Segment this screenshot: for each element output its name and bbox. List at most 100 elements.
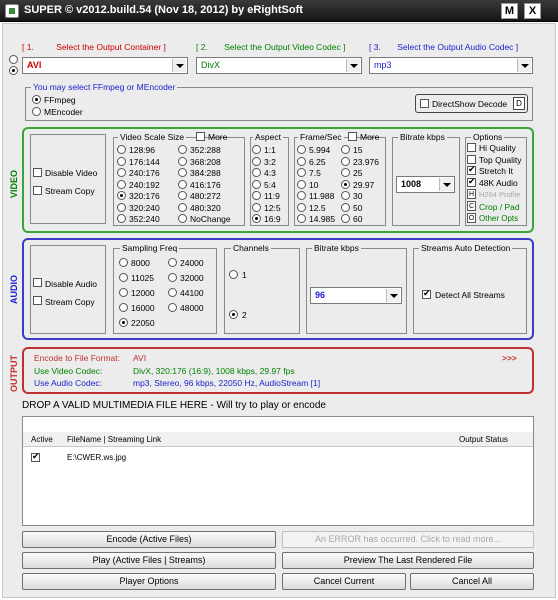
window-title: SUPER © v2012.build.54 (Nov 18, 2012) by… [24, 4, 303, 16]
freq-radio[interactable] [168, 258, 177, 267]
aspect-radio[interactable] [252, 191, 261, 200]
fps-radio[interactable] [297, 156, 306, 166]
freq-radio[interactable] [119, 303, 128, 312]
channel-1-radio[interactable] [229, 270, 238, 279]
directshow-decode-toggle[interactable]: DirectShow Decode D [415, 94, 528, 113]
player-options-button[interactable]: Player Options [22, 573, 276, 590]
fps-radio[interactable] [297, 191, 306, 200]
cancel-current-button[interactable]: Cancel Current [282, 573, 406, 590]
video-stream-copy-checkbox[interactable] [33, 186, 42, 195]
preview-button[interactable]: Preview The Last Rendered File [282, 552, 534, 569]
video-codec-select[interactable]: DivX [196, 57, 362, 74]
video-option-check[interactable] [467, 176, 476, 187]
channel-2-radio[interactable] [229, 310, 238, 319]
table-row[interactable]: E:\CWER.ws.jpg [23, 451, 533, 465]
aspect-radio[interactable] [252, 145, 261, 154]
freq-radio[interactable] [119, 288, 128, 297]
video-option-check[interactable] [467, 164, 476, 175]
aspect-radio[interactable] [252, 214, 261, 223]
video-option-check[interactable] [467, 154, 476, 164]
row-active-checkbox[interactable] [31, 451, 40, 462]
col-filename[interactable]: FileName | Streaming Link [67, 435, 161, 445]
fps-more-checkbox[interactable] [348, 132, 357, 141]
output-more-link[interactable]: >>> [502, 353, 517, 363]
scale-radio[interactable] [178, 145, 187, 154]
error-details-button[interactable]: An ERROR has occurred. Click to read mor… [282, 531, 534, 548]
scale-radio[interactable] [117, 145, 126, 154]
freq-radio[interactable] [168, 288, 177, 297]
freq-radio[interactable] [168, 273, 177, 282]
fps-radio[interactable] [297, 168, 306, 177]
audio-side-label: AUDIO [9, 275, 19, 304]
play-button[interactable]: Play (Active Files | Streams) [22, 552, 276, 569]
scale-radio[interactable] [117, 191, 126, 200]
scale-more-checkbox[interactable] [196, 132, 205, 141]
fps-radio[interactable] [341, 168, 350, 177]
audio-stream-copy-checkbox[interactable] [33, 296, 42, 305]
col-status[interactable]: Output Status [459, 435, 508, 445]
freq-radio[interactable] [168, 303, 177, 312]
directshow-key-badge[interactable]: D [513, 97, 525, 110]
h264-key-badge[interactable]: H [467, 189, 476, 199]
video-option-check[interactable] [467, 143, 476, 152]
scale-radio[interactable] [117, 156, 126, 166]
mencoder-radio[interactable] [32, 107, 41, 116]
output-side-label: OUTPUT [9, 355, 19, 392]
disable-audio-checkbox[interactable] [33, 278, 42, 287]
scale-radio[interactable] [178, 202, 187, 212]
fps-radio[interactable] [297, 145, 306, 154]
crop-key-badge[interactable]: C [467, 201, 476, 211]
title-bar[interactable]: SUPER © v2012.build.54 (Nov 18, 2012) by… [0, 0, 558, 22]
fps-radio[interactable] [297, 202, 306, 212]
disable-video-checkbox[interactable] [33, 168, 42, 177]
scale-radio[interactable] [178, 168, 187, 177]
fps-label: 7.5 [309, 168, 321, 178]
other-opts-key-badge[interactable]: O [467, 213, 476, 223]
ffmpeg-radio[interactable] [32, 95, 41, 104]
other-opts-label[interactable]: Other Opts [479, 214, 518, 224]
scale-radio[interactable] [117, 168, 126, 177]
scale-radio[interactable] [117, 214, 126, 223]
aspect-radio[interactable] [252, 179, 261, 189]
chevron-down-icon [172, 59, 186, 72]
aspect-radio[interactable] [252, 156, 261, 166]
scale-radio[interactable] [178, 214, 187, 223]
video-bitrate-select[interactable]: 1008 [396, 176, 455, 193]
scale-radio[interactable] [178, 156, 187, 166]
container-select[interactable]: AVI [22, 57, 188, 74]
fps-radio[interactable] [341, 156, 350, 166]
scale-radio[interactable] [117, 179, 126, 189]
crop-pad-label[interactable]: Crop / Pad [479, 202, 520, 212]
freq-radio[interactable] [119, 318, 128, 327]
aspect-radio[interactable] [252, 202, 261, 212]
fps-label: 12.5 [309, 202, 326, 213]
fps-radio[interactable] [341, 179, 350, 189]
scale-radio[interactable] [178, 191, 187, 200]
fps-radio[interactable] [341, 145, 350, 154]
profile-radio-1[interactable] [9, 55, 18, 64]
sampling-freq-title: Sampling Freq [120, 243, 180, 253]
fps-radio[interactable] [341, 214, 350, 223]
directshow-checkbox[interactable] [420, 99, 429, 108]
app-icon[interactable] [5, 4, 19, 18]
profile-radio-2[interactable] [9, 66, 18, 75]
audio-bitrate-select[interactable]: 96 [310, 287, 402, 304]
audio-codec-select[interactable]: mp3 [369, 57, 533, 74]
fps-radio[interactable] [297, 214, 306, 223]
fps-radio[interactable] [341, 202, 350, 212]
freq-radio[interactable] [119, 258, 128, 267]
aspect-radio[interactable] [252, 168, 261, 177]
close-button[interactable]: X [524, 3, 541, 19]
fps-radio[interactable] [341, 191, 350, 200]
scale-more-label: More [208, 132, 228, 142]
fps-radio[interactable] [297, 179, 306, 189]
audio-stream-copy-label: Stream Copy [45, 297, 95, 307]
freq-radio[interactable] [119, 273, 128, 282]
scale-radio[interactable] [117, 202, 126, 212]
menu-button[interactable]: M [501, 3, 518, 19]
col-active[interactable]: Active [31, 435, 53, 445]
encode-button[interactable]: Encode (Active Files) [22, 531, 276, 548]
scale-radio[interactable] [178, 179, 187, 189]
detect-all-streams-checkbox[interactable] [422, 288, 431, 299]
cancel-all-button[interactable]: Cancel All [410, 573, 534, 590]
